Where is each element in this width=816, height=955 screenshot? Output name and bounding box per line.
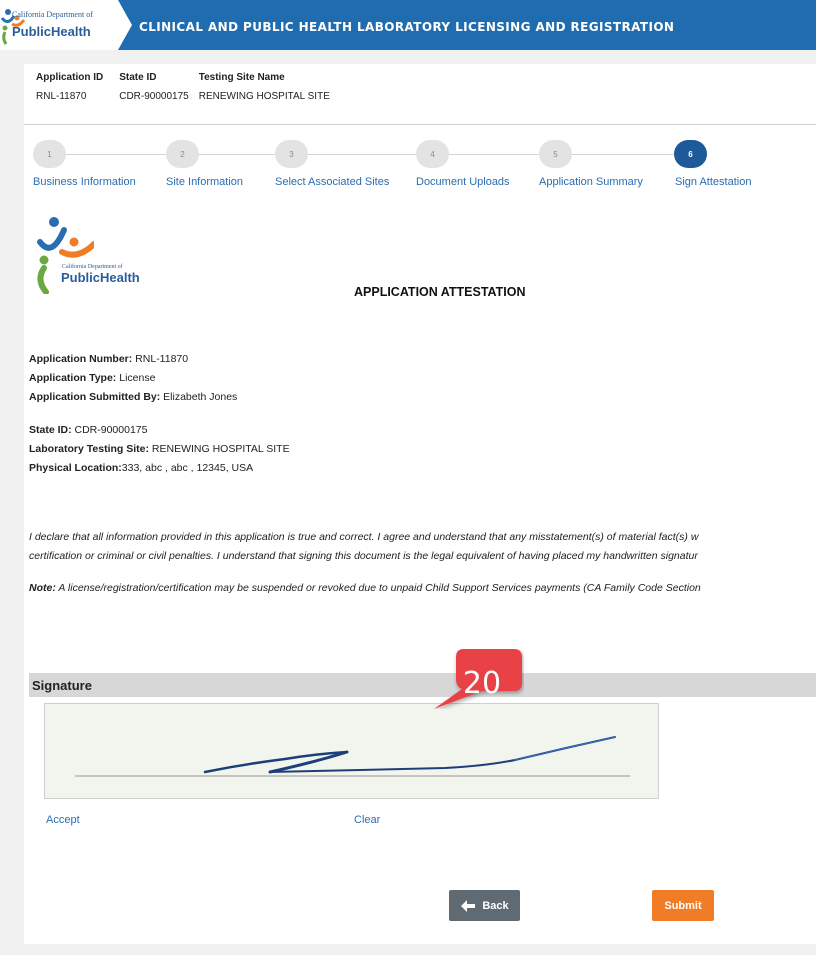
clear-signature-link[interactable]: Clear: [354, 814, 380, 826]
state-id-row: State ID: CDR-90000175: [29, 421, 290, 440]
submitted-by-label: Application Submitted By:: [29, 391, 161, 403]
step-1-label[interactable]: Business Information: [33, 176, 136, 188]
step-4-label[interactable]: Document Uploads: [416, 176, 510, 188]
declaration-line-1: I declare that all information provided …: [29, 531, 699, 543]
testing-site-row: Laboratory Testing Site: RENEWING HOSPIT…: [29, 440, 290, 459]
application-id-column: Application ID RNL-11870: [36, 72, 103, 102]
step-connector: [572, 154, 674, 155]
arrow-left-icon: [461, 899, 476, 912]
application-info: Application ID RNL-11870 State ID CDR-90…: [36, 72, 330, 102]
step-3-circle[interactable]: 3: [275, 140, 308, 168]
site-details: State ID: CDR-90000175 Laboratory Testin…: [29, 421, 290, 478]
declaration-line-2: certification or criminal or civil penal…: [29, 550, 698, 562]
app-header: California Department of PublicHealth CL…: [0, 0, 816, 50]
step-1-circle[interactable]: 1: [33, 140, 66, 168]
submitted-by-row: Application Submitted By: Elizabeth Jone…: [29, 388, 237, 407]
logo-department-text: California Department of: [12, 10, 93, 19]
submit-button[interactable]: Submit: [652, 890, 714, 921]
cdph-logo[interactable]: California Department of PublicHealth: [0, 0, 132, 50]
testing-site-label: Laboratory Testing Site:: [29, 443, 149, 455]
note-text: Note: A license/registration/certificati…: [29, 582, 816, 594]
physical-location-value: 333, abc , abc , 12345, USA: [121, 462, 254, 474]
step-5-circle[interactable]: 5: [539, 140, 572, 168]
site-name-column: Testing Site Name RENEWING HOSPITAL SITE: [199, 72, 330, 102]
signature-title: Signature: [32, 678, 92, 693]
application-number-row: Application Number: RNL-11870: [29, 350, 237, 369]
document-logo-publichealth-text: PublicHealth: [61, 270, 140, 285]
doc-state-id-label: State ID:: [29, 424, 72, 436]
attestation-title: APPLICATION ATTESTATION: [354, 285, 526, 299]
physical-location-label: Physical Location:: [29, 462, 122, 474]
step-6-label[interactable]: Sign Attestation: [675, 176, 751, 188]
application-type-row: Application Type: License: [29, 369, 237, 388]
site-name-label: Testing Site Name: [198, 72, 285, 83]
physical-location-row: Physical Location:333, abc , abc , 12345…: [29, 459, 290, 478]
main-card: Application ID RNL-11870 State ID CDR-90…: [24, 64, 816, 944]
accept-signature-link[interactable]: Accept: [46, 814, 80, 826]
step-3-label[interactable]: Select Associated Sites: [275, 176, 389, 188]
application-id-value: RNL-11870: [36, 91, 87, 102]
step-connector: [308, 154, 416, 155]
application-number-label: Application Number:: [29, 353, 133, 365]
back-button[interactable]: Back: [449, 890, 520, 921]
signature-header: Signature: [29, 673, 816, 697]
application-id-label: Application ID: [36, 72, 104, 83]
step-connector: [66, 154, 166, 155]
application-details: Application Number: RNL-11870 Applicatio…: [29, 350, 237, 407]
submitted-by-value: Elizabeth Jones: [160, 391, 238, 403]
application-type-label: Application Type:: [29, 372, 117, 384]
document-logo: California Department of PublicHealth: [34, 214, 154, 294]
callout-number: 20: [462, 666, 502, 701]
step-2-label[interactable]: Site Information: [166, 176, 243, 188]
doc-state-id-value: CDR-90000175: [71, 424, 148, 436]
step-5-label[interactable]: Application Summary: [539, 176, 643, 188]
step-connector: [199, 154, 275, 155]
step-4-circle[interactable]: 4: [416, 140, 449, 168]
note-label: Note:: [29, 582, 56, 594]
testing-site-value: RENEWING HOSPITAL SITE: [149, 443, 290, 455]
logo-publichealth-text: PublicHealth: [12, 24, 91, 39]
note-body: A license/registration/certification may…: [55, 582, 701, 594]
state-id-column: State ID CDR-90000175: [119, 72, 189, 102]
declaration-text: I declare that all information provided …: [29, 528, 816, 566]
application-type-value: License: [116, 372, 156, 384]
step-connector: [449, 154, 539, 155]
signature-pad[interactable]: [44, 703, 659, 799]
back-button-label: Back: [482, 899, 509, 912]
state-id-value: CDR-90000175: [119, 91, 189, 102]
page-header-title: CLINICAL AND PUBLIC HEALTH LABORATORY LI…: [139, 20, 675, 34]
step-6-circle[interactable]: 6: [674, 140, 707, 168]
signature-drawing: [75, 736, 630, 777]
info-divider: [24, 124, 816, 125]
step-2-circle[interactable]: 2: [166, 140, 199, 168]
state-id-label: State ID: [119, 72, 157, 83]
site-name-value: RENEWING HOSPITAL SITE: [198, 91, 330, 102]
application-number-value: RNL-11870: [132, 353, 189, 365]
